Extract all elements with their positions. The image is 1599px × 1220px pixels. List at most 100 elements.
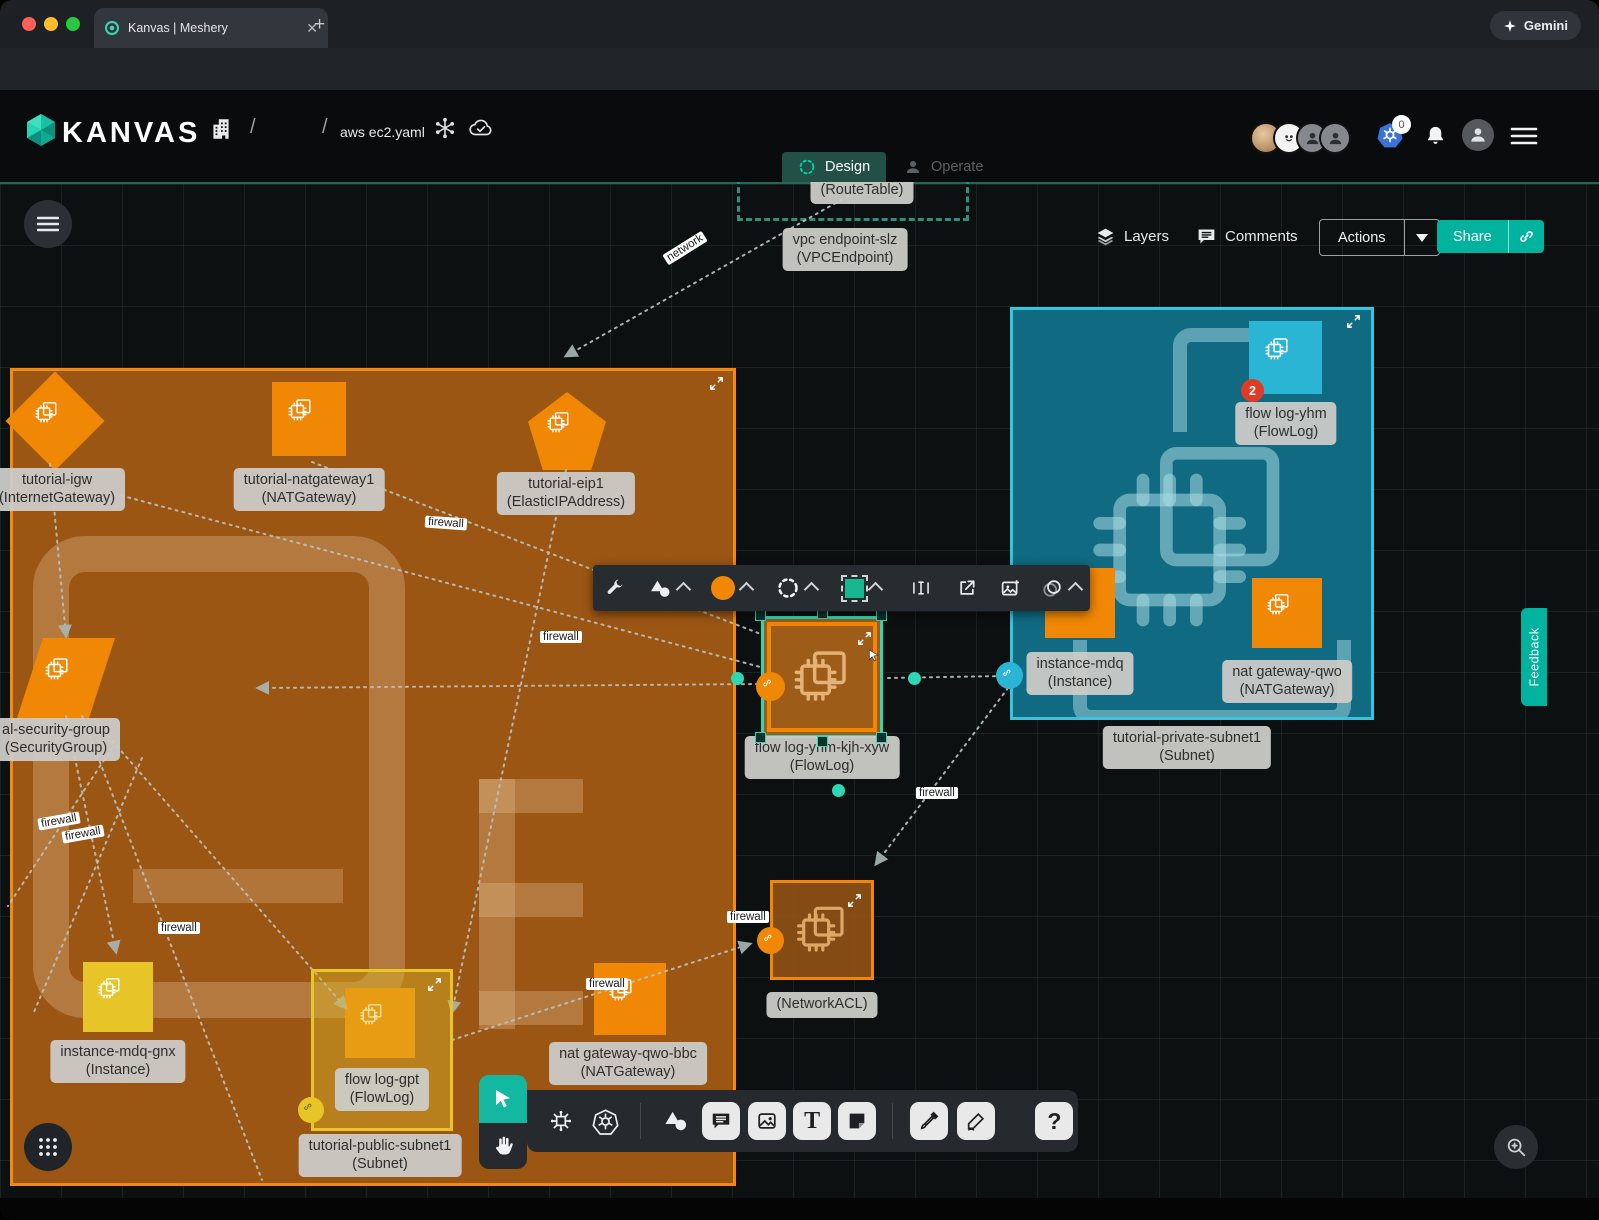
- help-tool-button[interactable]: ?: [1031, 1090, 1078, 1152]
- collaborator-avatars[interactable]: [1250, 122, 1351, 154]
- pen-icon: [910, 1102, 948, 1140]
- notifications-bell-icon[interactable]: [1424, 124, 1447, 147]
- chip-icon: [1265, 591, 1309, 635]
- node-instance-gnx[interactable]: [83, 962, 153, 1032]
- private-subnet-link-handle[interactable]: [996, 662, 1023, 689]
- canvas-stage: 2 (RouteTable) vpc endpoint-slz(VPCEndpo…: [0, 0, 1599, 1220]
- actions-button[interactable]: Actions: [1319, 219, 1440, 256]
- edge-label-firewall: firewall: [727, 911, 769, 923]
- node-natgateway-qwo[interactable]: [1252, 578, 1322, 648]
- fill-color-button[interactable]: [700, 565, 763, 611]
- pencil-icon: [957, 1102, 995, 1140]
- pan-tool-button[interactable]: [479, 1123, 527, 1169]
- canvas-menu-button[interactable]: [24, 200, 72, 248]
- pen-tool-button[interactable]: [905, 1090, 952, 1152]
- zoom-button[interactable]: [1494, 1125, 1538, 1169]
- comments-button[interactable]: Comments: [1196, 226, 1298, 247]
- meshsync-tool-button[interactable]: [539, 1090, 583, 1152]
- error-count-badge[interactable]: 2: [1241, 379, 1264, 402]
- teal-square-swatch: [845, 579, 864, 598]
- watermark-trace: [479, 779, 583, 813]
- context-toolbar: [593, 565, 1090, 611]
- window-bottom: [0, 1198, 1599, 1220]
- toolbar-divider: [640, 1103, 641, 1139]
- app-menu-icon[interactable]: [1510, 126, 1538, 146]
- edge-label-network: network: [662, 231, 708, 266]
- group-tool-button[interactable]: [1033, 565, 1090, 611]
- selection-handle[interactable]: [755, 610, 766, 621]
- shapes-tool-button[interactable]: [637, 565, 700, 611]
- selection-handle[interactable]: [817, 736, 828, 747]
- node-label: (NetworkACL): [766, 992, 877, 1018]
- selection-dot[interactable]: [731, 672, 744, 685]
- selection-dot[interactable]: [908, 672, 921, 685]
- organization-icon[interactable]: [208, 116, 234, 142]
- network-acl-link-handle[interactable]: [757, 927, 784, 954]
- edge-label-firewall: firewall: [586, 978, 628, 990]
- freehand-tool-button[interactable]: [952, 1090, 999, 1152]
- collapse-node-icon[interactable]: [856, 630, 873, 647]
- image-tool-button[interactable]: [744, 1090, 789, 1152]
- node-natgateway-qwo-bbc[interactable]: [594, 963, 666, 1035]
- tab-design[interactable]: Design: [782, 152, 886, 182]
- breadcrumb-separator: /: [322, 116, 328, 139]
- note-tool-button[interactable]: [835, 1090, 880, 1152]
- watermark-trace: [479, 883, 583, 917]
- kubernetes-status-button[interactable]: 0: [1376, 121, 1406, 151]
- edge-label-firewall: firewall: [158, 922, 200, 934]
- selection-handle[interactable]: [876, 732, 887, 743]
- select-tool-button[interactable]: [479, 1075, 527, 1123]
- open-in-new-button[interactable]: [945, 565, 989, 611]
- copy-link-button[interactable]: [1509, 228, 1544, 245]
- selection-dot[interactable]: [832, 784, 845, 797]
- app-grid-button[interactable]: [24, 1123, 72, 1171]
- node-label: instance-mdq(Instance): [1026, 652, 1133, 695]
- chip-outline-icon: [792, 900, 852, 960]
- actions-dropdown-caret[interactable]: [1405, 234, 1439, 242]
- edge-label-firewall: firewall: [540, 631, 582, 643]
- kubernetes-tool-button[interactable]: [583, 1090, 628, 1152]
- collapse-node-icon[interactable]: [846, 892, 863, 909]
- kubernetes-wheel-icon: [592, 1108, 619, 1135]
- selection-handle[interactable]: [755, 732, 766, 743]
- border-style-button[interactable]: [763, 565, 830, 611]
- node-natgateway1[interactable]: [272, 382, 346, 456]
- rename-tool-button[interactable]: [897, 565, 945, 611]
- user-profile-avatar[interactable]: [1462, 119, 1494, 151]
- collapse-group-icon[interactable]: [708, 375, 725, 392]
- feedback-tab[interactable]: Feedback: [1521, 608, 1547, 706]
- chip-icon: [545, 409, 589, 453]
- collapse-group-icon[interactable]: [1345, 313, 1362, 330]
- node-label: nat gateway-qwo(NATGateway): [1222, 660, 1352, 703]
- chip-icon: [43, 655, 89, 701]
- shapes-tool-button[interactable]: [653, 1090, 698, 1152]
- node-label: instance-mdq-gnx(Instance): [50, 1040, 185, 1083]
- layers-button[interactable]: Layers: [1095, 226, 1169, 247]
- collapse-group-icon[interactable]: [426, 976, 443, 993]
- chip-icon: [1263, 335, 1309, 381]
- k8s-context-count-badge: 0: [1392, 115, 1411, 134]
- configure-tool-button[interactable]: [593, 565, 637, 611]
- flowlog-gpt-link-handle[interactable]: [298, 1097, 324, 1123]
- tab-operate[interactable]: Operate: [888, 152, 999, 182]
- avatar-collaborator-4[interactable]: [1319, 122, 1351, 154]
- watermark-trace: [133, 869, 343, 903]
- comment-tool-button[interactable]: [699, 1090, 744, 1152]
- flowlog-selected-link-handle[interactable]: [756, 672, 785, 701]
- kubernetes-context-icon[interactable]: [434, 117, 456, 139]
- cloud-sync-icon[interactable]: [468, 118, 494, 138]
- text-width-icon: [910, 578, 932, 598]
- edge-label-firewall: firewall: [916, 787, 958, 799]
- design-file-name[interactable]: aws ec2.yaml: [340, 124, 425, 140]
- text-tool-button[interactable]: T: [789, 1090, 834, 1152]
- chip-icon: [96, 975, 140, 1019]
- kanvas-logo[interactable]: [26, 113, 56, 147]
- add-image-button[interactable]: [989, 565, 1033, 611]
- question-icon: ?: [1035, 1102, 1073, 1140]
- chip-icon: [33, 399, 77, 443]
- shape-color-button[interactable]: [830, 565, 897, 611]
- share-button[interactable]: Share: [1437, 220, 1544, 253]
- fill-color-swatch: [711, 576, 735, 600]
- selection-handle[interactable]: [876, 610, 887, 621]
- magnifier-icon: [1505, 1136, 1527, 1158]
